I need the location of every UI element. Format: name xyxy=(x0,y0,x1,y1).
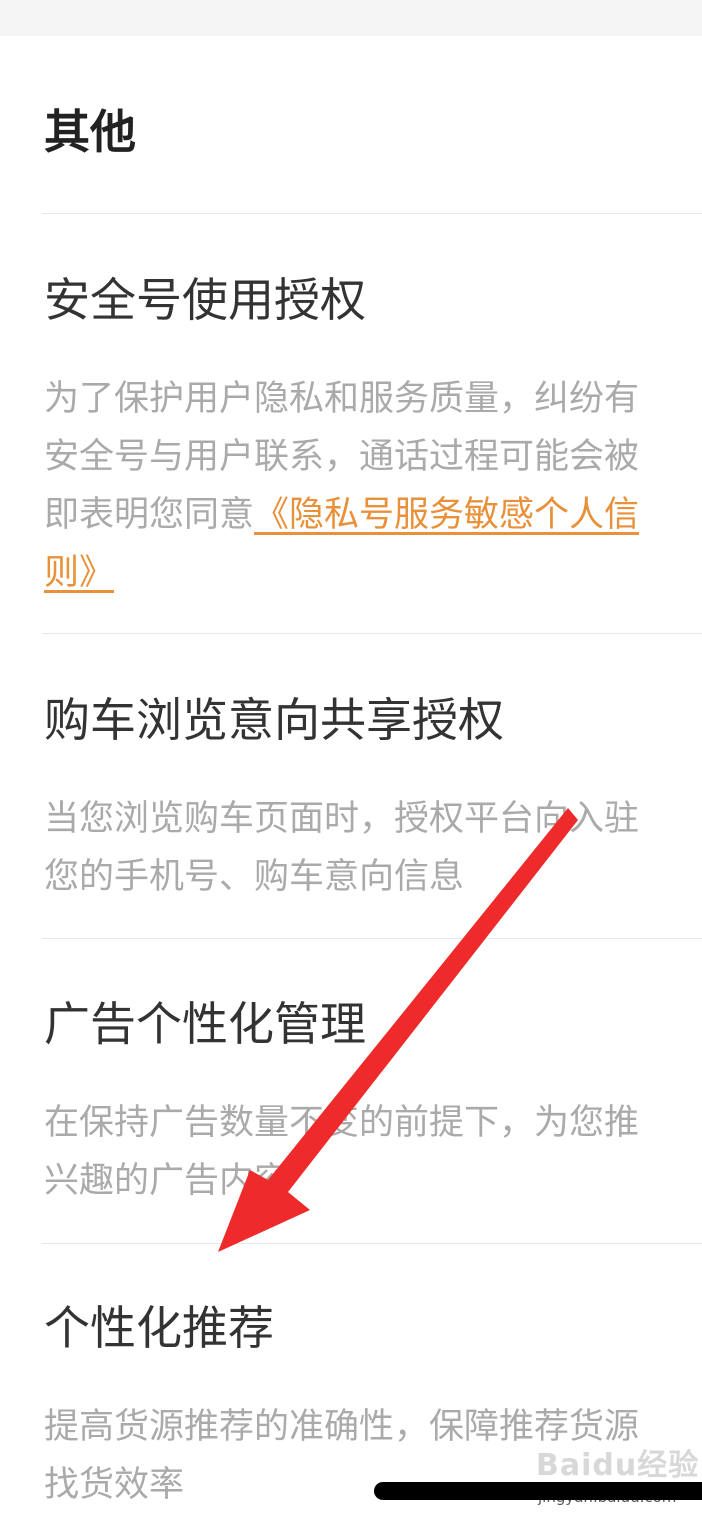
setting-item-title: 广告个性化管理 xyxy=(44,997,366,1051)
description-line: 即表明您同意《隐私号服务敏感个人信 xyxy=(44,486,702,544)
setting-item-title: 安全号使用授权 xyxy=(44,273,366,327)
divider xyxy=(42,633,702,634)
description-line: 兴趣的广告内容 xyxy=(44,1161,290,1201)
settings-card: 其他 安全号使用授权 为了保护用户隐私和服务质量，纠纷有 安全号与用户联系，通话… xyxy=(0,36,702,1519)
setting-item-ad-personalization[interactable]: 广告个性化管理 在保持广告数量不变的前提下，为您推 兴趣的广告内容 xyxy=(44,994,702,1210)
description-line: 在保持广告数量不变的前提下，为您推 xyxy=(44,1103,640,1143)
setting-item-description: 为了保护用户隐私和服务质量，纠纷有 安全号与用户联系，通话过程可能会被 即表明您… xyxy=(44,370,702,602)
setting-item-description: 在保持广告数量不变的前提下，为您推 兴趣的广告内容 xyxy=(44,1094,702,1210)
privacy-number-policy-link[interactable]: 《隐私号服务敏感个人信 xyxy=(254,495,639,535)
watermark-brand: Baidu经验 xyxy=(536,1448,700,1483)
setting-item-secure-number[interactable]: 安全号使用授权 为了保护用户隐私和服务质量，纠纷有 安全号与用户联系，通话过程可… xyxy=(44,270,702,602)
description-text: 即表明您同意 xyxy=(44,495,255,535)
divider xyxy=(42,938,702,939)
description-line: 您的手机号、购车意向信息 xyxy=(44,857,465,897)
description-line: 当您浏览购车页面时，授权平台向入驻 xyxy=(44,799,640,839)
description-line: 安全号与用户联系，通话过程可能会被 xyxy=(44,437,640,477)
home-indicator[interactable] xyxy=(374,1482,702,1500)
description-line: 为了保护用户隐私和服务质量，纠纷有 xyxy=(44,379,640,419)
setting-item-description: 当您浏览购车页面时，授权平台向入驻 您的手机号、购车意向信息 xyxy=(44,790,702,906)
divider xyxy=(42,213,702,214)
setting-item-title: 个性化推荐 xyxy=(44,1301,274,1355)
section-title: 其他 xyxy=(44,105,136,159)
description-line: 则》 xyxy=(44,544,702,602)
setting-item-car-intent[interactable]: 购车浏览意向共享授权 当您浏览购车页面时，授权平台向入驻 您的手机号、购车意向信… xyxy=(44,690,702,906)
setting-item-title: 购车浏览意向共享授权 xyxy=(44,693,504,747)
divider xyxy=(42,1243,702,1244)
top-strip xyxy=(0,0,702,37)
privacy-number-policy-link-end[interactable]: 则》 xyxy=(44,553,114,593)
